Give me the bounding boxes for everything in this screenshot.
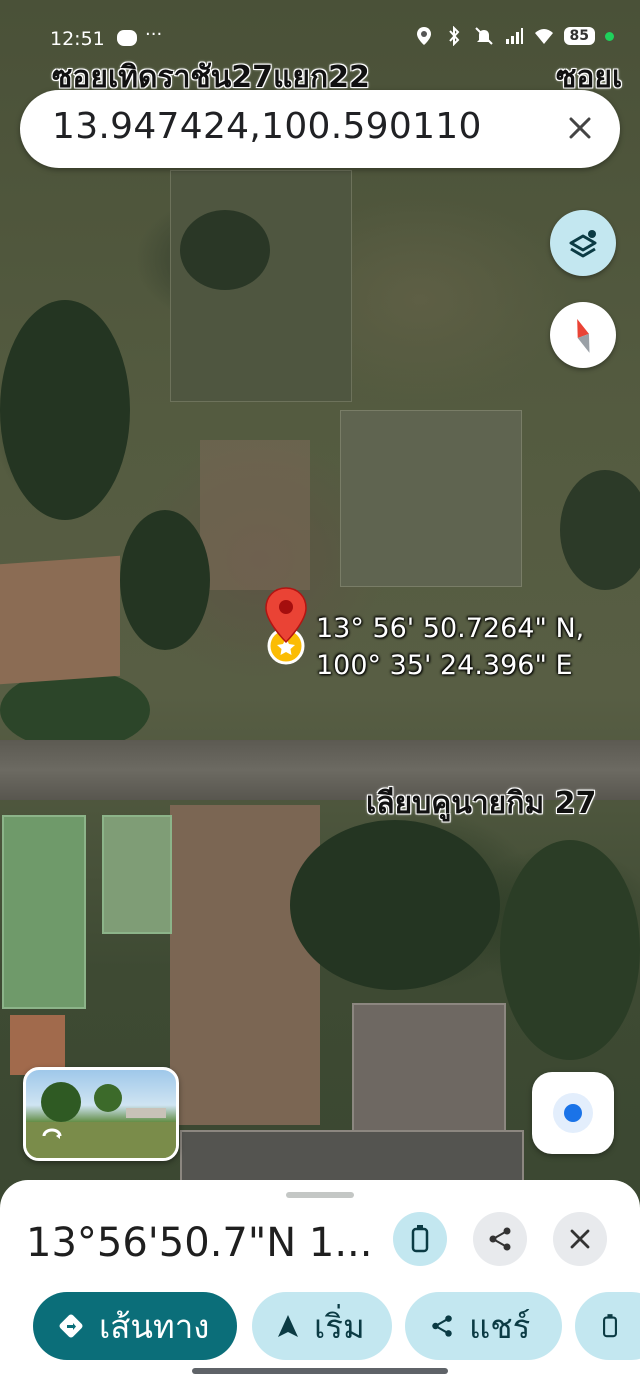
close-button[interactable] bbox=[553, 1212, 607, 1266]
tree-cluster bbox=[290, 820, 500, 990]
location-icon bbox=[416, 27, 431, 45]
system-gesture-bar[interactable] bbox=[192, 1368, 448, 1374]
clear-search-icon[interactable] bbox=[564, 112, 596, 144]
pin-coordinates: 13° 56' 50.7264" N, 100° 35' 24.396" E bbox=[316, 610, 584, 684]
start-button[interactable]: เริ่ม bbox=[252, 1292, 392, 1360]
share-chip[interactable]: แชร์ bbox=[405, 1292, 562, 1360]
share-icon bbox=[489, 1227, 511, 1251]
wifi-icon bbox=[534, 29, 553, 44]
building-roof bbox=[180, 1130, 524, 1184]
my-location-icon bbox=[553, 1093, 593, 1133]
directions-button[interactable]: เส้นทาง bbox=[33, 1292, 237, 1360]
place-title: 13°56'50.7"N 1... bbox=[26, 1220, 373, 1266]
sheet-drag-handle[interactable] bbox=[286, 1192, 354, 1198]
street-view-image bbox=[26, 1082, 176, 1158]
satellite-map[interactable]: ซอยเทิดราชัน27แยก22 ซอยเ เลียบคูนายกิม 2… bbox=[0, 0, 640, 1386]
save-button[interactable] bbox=[393, 1212, 447, 1266]
directions-icon bbox=[59, 1314, 83, 1338]
house-roof bbox=[2, 815, 86, 1009]
tree-cluster bbox=[120, 510, 210, 650]
house-roof bbox=[352, 1003, 506, 1135]
house-roof bbox=[102, 815, 172, 934]
share-button[interactable] bbox=[473, 1212, 527, 1266]
place-bottom-sheet[interactable]: 13°56'50.7"N 1... เส้นทาง เริ่ม แชร์ bbox=[0, 1180, 640, 1386]
pin-latitude: 13° 56' 50.7264" N, bbox=[316, 613, 585, 644]
layers-button[interactable] bbox=[550, 210, 616, 276]
share-icon bbox=[432, 1315, 452, 1337]
mute-icon bbox=[474, 27, 493, 45]
pin-longitude: 100° 35' 24.396" E bbox=[316, 650, 573, 681]
search-input[interactable]: 13.947424,100.590110 bbox=[52, 106, 482, 147]
compass-button[interactable] bbox=[550, 302, 616, 368]
my-location-button[interactable] bbox=[532, 1072, 614, 1154]
navigation-arrow-icon bbox=[278, 1315, 298, 1337]
signal-icon bbox=[505, 28, 523, 44]
save-icon bbox=[411, 1225, 429, 1253]
battery-level: 85 bbox=[563, 27, 595, 45]
line-app-icon bbox=[117, 30, 137, 46]
close-icon bbox=[570, 1229, 590, 1249]
dropped-pin-icon[interactable] bbox=[262, 586, 310, 666]
status-bar: 12:51 ··· 85 bbox=[0, 24, 640, 56]
street-view-thumbnail[interactable] bbox=[23, 1067, 179, 1161]
start-label: เริ่ม bbox=[314, 1306, 365, 1346]
tree-cluster bbox=[0, 300, 130, 520]
save-icon bbox=[603, 1314, 617, 1338]
status-time: 12:51 bbox=[50, 28, 105, 50]
house-roof bbox=[10, 1015, 65, 1075]
tree-cluster bbox=[560, 470, 640, 590]
more-notifications-icon: ··· bbox=[145, 24, 163, 45]
compass-icon bbox=[577, 319, 590, 353]
bluetooth-icon bbox=[448, 26, 459, 46]
share-label: แชร์ bbox=[469, 1306, 531, 1346]
tree-cluster bbox=[500, 840, 640, 1060]
dirt-patch bbox=[200, 440, 310, 590]
directions-label: เส้นทาง bbox=[99, 1306, 210, 1346]
save-chip[interactable] bbox=[575, 1292, 640, 1360]
search-bar[interactable]: 13.947424,100.590110 bbox=[20, 90, 620, 168]
tree-cluster bbox=[180, 210, 270, 290]
field-plot bbox=[340, 410, 522, 587]
layers-icon bbox=[569, 230, 597, 258]
house-roof bbox=[0, 555, 120, 685]
dirt-yard bbox=[170, 805, 320, 1125]
privacy-indicator bbox=[605, 31, 614, 41]
street-label: เลียบคูนายกิม 27 bbox=[366, 786, 597, 821]
field-plot bbox=[170, 170, 352, 402]
